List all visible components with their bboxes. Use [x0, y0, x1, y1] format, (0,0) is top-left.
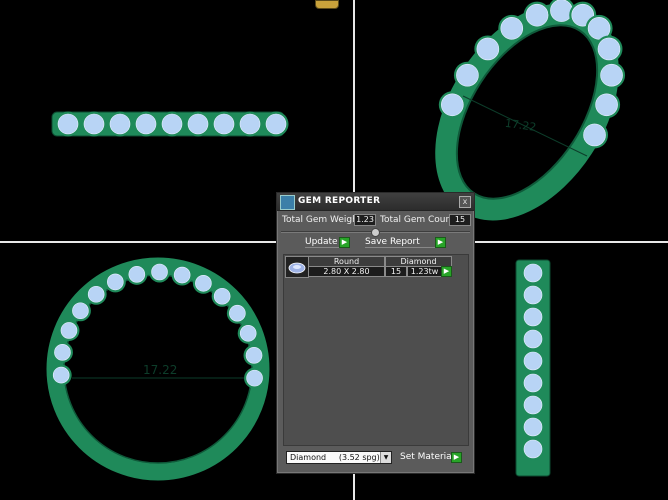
gem-perspective [500, 17, 524, 40]
gem-perspective [597, 37, 621, 61]
gem-front [52, 366, 70, 384]
close-icon[interactable]: x [459, 196, 471, 208]
total-gem-count-label: Total Gem Count [380, 215, 455, 225]
gem-top [523, 373, 543, 393]
total-gem-weight-label: Total Gem Weight [282, 215, 362, 225]
gem-front [229, 304, 246, 322]
gem-perspective [476, 37, 500, 61]
gem-side [187, 113, 209, 135]
gem-reporter-panel: GEM REPORTER x Total Gem Weight 1.23 Tot… [276, 192, 475, 474]
gem-weight-cell: 1.23tw [407, 266, 442, 277]
gem-front [60, 322, 78, 339]
gem-reporter-icon [280, 195, 295, 210]
gem-top [523, 439, 543, 459]
gem-side [135, 113, 157, 135]
gem-count-cell: 15 [385, 266, 407, 277]
gem-side [213, 113, 235, 135]
gem-front [87, 285, 105, 303]
dimension-label-perspective: 17.22 [504, 117, 537, 134]
gem-perspective [525, 3, 549, 27]
collapse-handle-icon[interactable] [371, 228, 380, 237]
gem-front [213, 287, 231, 305]
update-go-icon[interactable]: ▶ [339, 237, 350, 248]
dimension-label-front: 17.22 [143, 363, 177, 377]
gem-perspective [583, 123, 606, 147]
gem-top [523, 417, 543, 437]
gem-perspective [595, 93, 618, 117]
gem-perspective [441, 93, 464, 117]
panel-titlebar[interactable]: GEM REPORTER x [277, 193, 474, 211]
material-select[interactable]: Diamond (3.52 spg) ▼ [286, 451, 392, 464]
gem-top [523, 285, 543, 305]
gem-side [83, 113, 105, 135]
gem-list: Round 2.80 X 2.80 Diamond 15 1.23tw ▶ [283, 254, 469, 446]
gem-perspective [456, 63, 479, 87]
chevron-down-icon[interactable]: ▼ [380, 452, 391, 463]
gem-front [195, 274, 212, 292]
gem-size-cell: 2.80 X 2.80 [308, 266, 385, 277]
save-report-go-icon[interactable]: ▶ [435, 237, 446, 248]
set-material-go-icon[interactable]: ▶ [451, 452, 462, 463]
gem-front [107, 273, 124, 291]
gem-row-side [55, 111, 289, 137]
set-material-button[interactable]: Set Material [400, 452, 454, 462]
gem-side [57, 113, 79, 135]
total-gem-weight-value: 1.23 [354, 214, 376, 226]
gem-perspective [600, 63, 623, 87]
gem-front [173, 266, 191, 284]
gem-top [523, 307, 543, 327]
gem-top [523, 395, 543, 415]
save-report-button-label: Save Report [365, 237, 420, 247]
panel-title: GEM REPORTER [298, 196, 381, 206]
gem-side [265, 113, 287, 135]
gem-front [151, 263, 168, 281]
gem-front [245, 347, 263, 364]
round-gem-icon [288, 262, 306, 274]
gem-perspective [550, 0, 573, 22]
gem-row-top [521, 261, 545, 461]
gem-top [523, 351, 543, 371]
gem-top [523, 329, 543, 349]
save-report-button[interactable]: Save Report [365, 237, 443, 248]
gem-side [109, 113, 131, 135]
gem-front [54, 344, 71, 361]
gem-row-go-icon[interactable]: ▶ [441, 266, 452, 277]
gem-thumbnail[interactable] [285, 256, 309, 278]
gem-side [239, 113, 261, 135]
gem-front [72, 302, 89, 320]
gem-side [161, 113, 183, 135]
gem-front [246, 369, 263, 387]
update-button-label: Update [305, 237, 338, 247]
material-select-value: Diamond (3.52 spg) [290, 453, 380, 462]
total-gem-count-value: 15 [449, 214, 471, 226]
gem-front [239, 324, 257, 342]
gem-front [128, 266, 146, 283]
gem-top [523, 263, 543, 283]
